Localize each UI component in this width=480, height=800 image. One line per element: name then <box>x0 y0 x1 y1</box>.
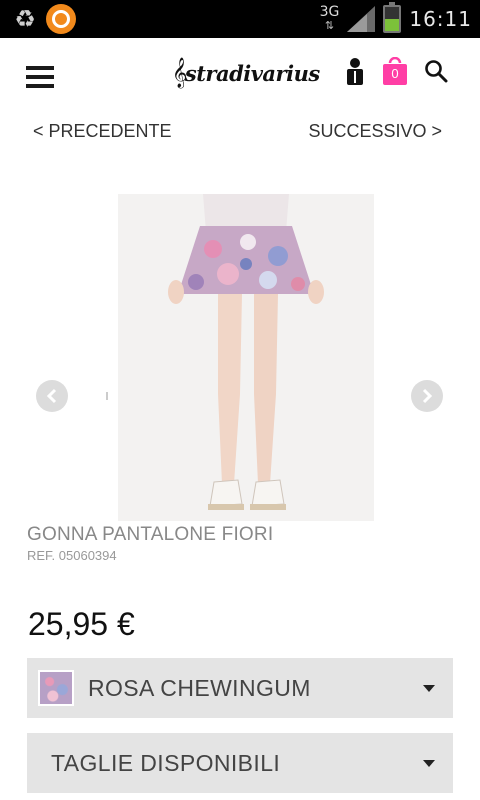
shopping-bag-icon[interactable]: 0 <box>381 56 409 85</box>
size-select[interactable]: TAGLIE DISPONIBILI <box>27 733 453 793</box>
status-bar: ♻ 3G ⇅ 16:11 <box>0 0 480 38</box>
color-select[interactable]: ROSA CHEWINGUM <box>27 658 453 718</box>
product-pagination: < PRECEDENTE SUCCESSIVO > <box>0 118 480 148</box>
network-type: 3G <box>319 4 340 20</box>
battery-level <box>385 19 400 31</box>
dropdown-arrow-icon <box>423 685 435 692</box>
clock: 16:11 <box>409 7 472 31</box>
carousel-indicator <box>106 392 108 400</box>
search-icon[interactable] <box>424 59 448 83</box>
hamburger-menu-icon[interactable] <box>26 66 54 88</box>
size-select-label: TAGLIE DISPONIBILI <box>51 749 281 776</box>
app-notification-icon <box>46 4 76 34</box>
next-product-link[interactable]: SUCCESSIVO > <box>308 121 442 142</box>
dropdown-arrow-icon <box>423 760 435 767</box>
product-title: GONNA PANTALONE FIORI <box>27 524 274 545</box>
model-illustration <box>118 194 374 521</box>
battery-icon <box>383 2 402 33</box>
color-swatch <box>38 670 74 706</box>
brand-logo[interactable]: 𝄞stradivarius <box>172 58 320 89</box>
recycle-icon: ♻ <box>14 5 36 33</box>
notification-area: ♻ <box>10 4 76 34</box>
carousel-prev-button[interactable] <box>36 380 68 412</box>
cart-count: 0 <box>391 66 399 81</box>
brand-name: stradivarius <box>184 61 320 86</box>
network-indicator: 3G ⇅ <box>320 5 340 33</box>
product-price: 25,95 € <box>28 606 135 642</box>
chevron-left-icon <box>46 388 57 404</box>
previous-product-link[interactable]: < PRECEDENTE <box>33 121 172 142</box>
product-reference: REF. 05060394 <box>27 548 117 563</box>
carousel-next-button[interactable] <box>411 380 443 412</box>
signal-icon <box>347 6 376 32</box>
selected-color-label: ROSA CHEWINGUM <box>88 674 311 701</box>
site-header: 𝄞stradivarius 0 <box>0 38 480 118</box>
user-account-icon[interactable] <box>344 57 366 85</box>
system-tray: 3G ⇅ 16:11 <box>320 0 472 38</box>
product-photo[interactable] <box>118 194 374 521</box>
chevron-right-icon <box>422 388 433 404</box>
data-arrows-icon: ⇅ <box>324 19 335 32</box>
